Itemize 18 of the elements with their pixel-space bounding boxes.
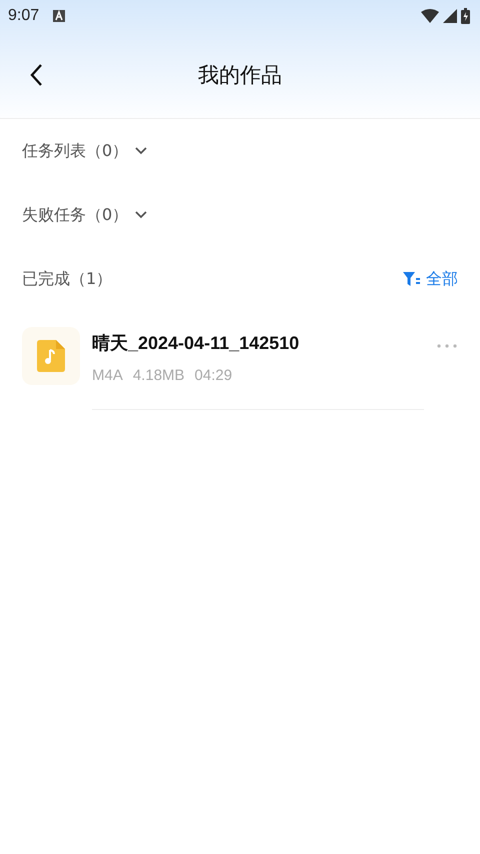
signal-icon (443, 9, 457, 23)
file-format: M4A (92, 367, 123, 384)
music-file-icon (37, 340, 65, 372)
chevron-down-icon (134, 210, 148, 220)
file-duration: 04:29 (194, 367, 232, 384)
file-name: 晴天_2024-04-11_142510 (92, 332, 300, 355)
wifi-icon (421, 9, 439, 23)
section-toggle[interactable]: 失败任务（0） (22, 204, 148, 226)
battery-icon (461, 8, 470, 24)
notification-icon (53, 10, 66, 22)
section-label: 已完成（1） (22, 268, 112, 290)
filter-button[interactable]: 全部 (403, 268, 458, 290)
filter-icon (403, 271, 420, 287)
chevron-down-icon (134, 146, 148, 156)
status-time: 9:07 (8, 7, 40, 25)
section-toggle[interactable]: 任务列表（0） (22, 140, 148, 162)
file-size: 4.18MB (132, 367, 185, 384)
page-title: 我的作品 (198, 62, 282, 89)
